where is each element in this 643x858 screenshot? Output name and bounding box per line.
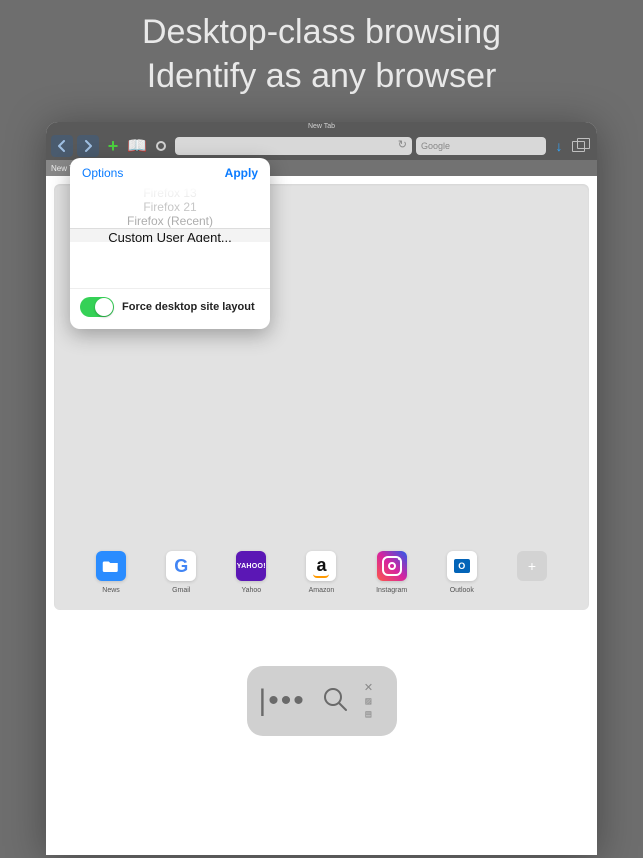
- bookmark-label: Yahoo: [241, 587, 261, 594]
- force-desktop-row: Force desktop site layout: [70, 288, 270, 329]
- tabs-overview-icon[interactable]: [572, 138, 592, 154]
- google-icon: G: [166, 551, 196, 581]
- layout-icon-2[interactable]: ▤: [365, 710, 371, 720]
- back-button[interactable]: [51, 135, 73, 157]
- dock-controls: ✕ ▨ ▤: [364, 683, 373, 720]
- find-icon[interactable]: [320, 684, 350, 719]
- layout-icon-1[interactable]: ▨: [365, 697, 371, 707]
- force-desktop-toggle[interactable]: [80, 297, 114, 317]
- bookmark-gmail[interactable]: G Gmail: [161, 551, 201, 594]
- bookmark-label: Gmail: [172, 587, 190, 594]
- add-bookmark[interactable]: +: [512, 551, 552, 594]
- bookmarks-icon[interactable]: 📖: [127, 136, 147, 156]
- bookmark-amazon[interactable]: a Amazon: [301, 551, 341, 594]
- force-desktop-label: Force desktop site layout: [122, 301, 255, 313]
- bookmark-outlook[interactable]: O Outlook: [442, 551, 482, 594]
- hero-line1: Desktop-class browsing: [0, 10, 643, 54]
- bookmark-label: News: [102, 587, 120, 594]
- picker-row-selected: Custom User Agent...: [70, 228, 270, 242]
- popover-options-button[interactable]: Options: [82, 166, 123, 180]
- picker-row: Firefox (Recent): [70, 214, 270, 228]
- add-tab-icon[interactable]: +: [103, 136, 123, 157]
- bookmark-label: Outlook: [450, 587, 474, 594]
- bookmark-instagram[interactable]: Instagram: [372, 551, 412, 594]
- user-agent-popover: Options Apply Firefox 13 Firefox 21 Fire…: [70, 158, 270, 329]
- bookmark-grid: News G Gmail YAHOO! Yahoo a Amazon Insta…: [54, 551, 589, 594]
- yahoo-icon: YAHOO!: [236, 551, 266, 581]
- instagram-icon: [377, 551, 407, 581]
- popover-apply-button[interactable]: Apply: [225, 166, 258, 180]
- window-title: New Tab: [46, 122, 597, 132]
- user-agent-picker[interactable]: Firefox 13 Firefox 21 Firefox (Recent) C…: [70, 186, 270, 242]
- bookmark-yahoo[interactable]: YAHOO! Yahoo: [231, 551, 271, 594]
- downloads-icon[interactable]: ↓: [550, 138, 568, 154]
- hero-line2: Identify as any browser: [0, 54, 643, 98]
- bookmark-news[interactable]: News: [91, 551, 131, 594]
- bookmark-label: Amazon: [309, 587, 335, 594]
- reload-icon[interactable]: ↻: [398, 138, 407, 151]
- amazon-icon: a: [306, 551, 336, 581]
- plus-icon: +: [517, 551, 547, 581]
- dismiss-dock-icon[interactable]: ✕: [364, 683, 373, 694]
- browser-window: New Tab + 📖 ↻ Google ↓ New Tab News: [46, 122, 597, 855]
- folder-icon: [96, 551, 126, 581]
- picker-row: Firefox 21: [70, 200, 270, 214]
- toolbar: + 📖 ↻ Google ↓: [46, 132, 597, 160]
- hero-text: Desktop-class browsing Identify as any b…: [0, 0, 643, 116]
- outlook-icon: O: [447, 551, 477, 581]
- keyboard-dock: |••• ✕ ▨ ▤: [247, 666, 397, 736]
- bookmark-label: Instagram: [376, 587, 407, 594]
- cursor-mode-icon[interactable]: |•••: [259, 684, 306, 718]
- search-field[interactable]: Google: [416, 137, 546, 155]
- forward-button[interactable]: [77, 135, 99, 157]
- user-agent-icon[interactable]: [151, 136, 171, 156]
- url-field[interactable]: ↻: [175, 137, 412, 155]
